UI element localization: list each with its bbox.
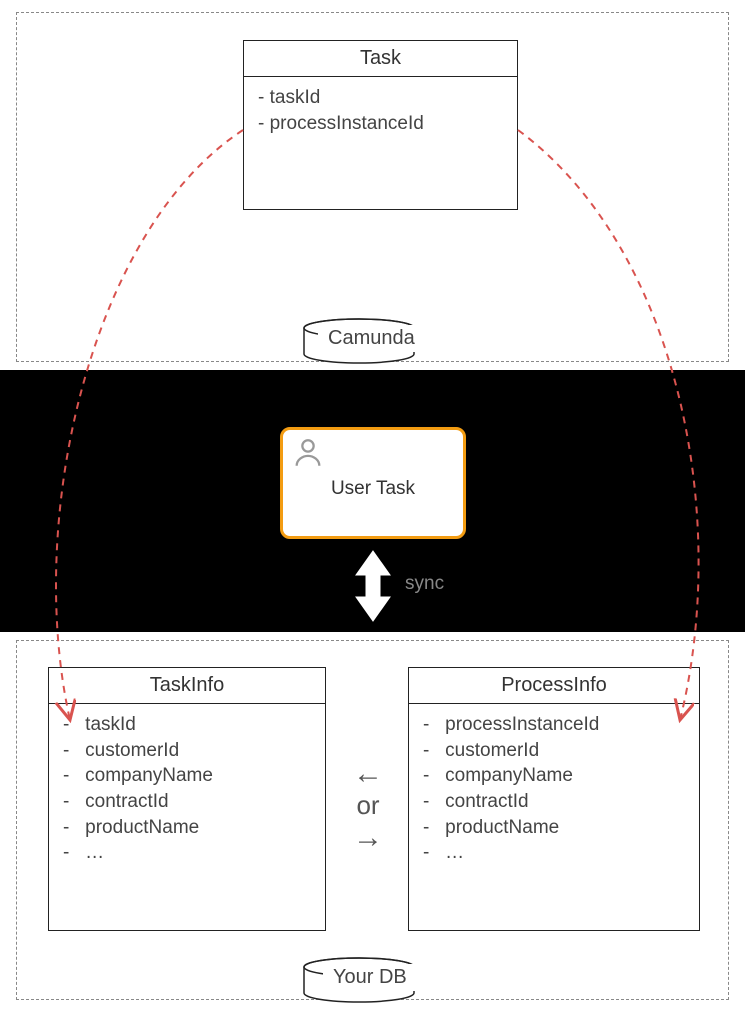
label-sync: sync (405, 573, 444, 595)
class-task-field: - taskId (258, 85, 507, 111)
usertask-label: User Task (331, 478, 415, 500)
class-taskinfo: TaskInfo - taskId - customerId - company… (48, 667, 326, 931)
node-usertask: User Task (280, 427, 466, 539)
class-field: - companyName (63, 763, 315, 789)
class-task-field: - processInstanceId (258, 111, 507, 137)
class-task-title: Task (244, 41, 517, 77)
class-field: - contractId (63, 789, 315, 815)
class-processinfo: ProcessInfo - processInstanceId - custom… (408, 667, 700, 931)
class-field: - productName (63, 815, 315, 841)
class-field: - companyName (423, 763, 689, 789)
class-field: - contractId (423, 789, 689, 815)
class-field: - customerId (63, 738, 315, 764)
or-text: or (345, 790, 391, 821)
class-field: - processInstanceId (423, 712, 689, 738)
class-field: - customerId (423, 738, 689, 764)
arrow-left: ← (345, 757, 391, 790)
class-field: - taskId (63, 712, 315, 738)
class-task-body: - taskId - processInstanceId (244, 77, 517, 146)
label-camunda: Camunda (318, 325, 425, 352)
diagram-canvas: Task - taskId - processInstanceId Camund… (0, 0, 745, 1011)
class-field: - … (423, 840, 689, 866)
user-icon (291, 436, 325, 470)
or-block: ← or → (345, 757, 391, 854)
class-processinfo-title: ProcessInfo (409, 668, 699, 704)
class-processinfo-body: - processInstanceId - customerId - compa… (409, 704, 699, 876)
class-task: Task - taskId - processInstanceId (243, 40, 518, 210)
arrow-right: → (345, 821, 391, 854)
class-field: - productName (423, 815, 689, 841)
sync-double-arrow-icon (350, 549, 396, 623)
class-taskinfo-title: TaskInfo (49, 668, 325, 704)
label-yourdb: Your DB (323, 964, 417, 991)
class-taskinfo-body: - taskId - customerId - companyName - co… (49, 704, 325, 876)
class-field: - … (63, 840, 315, 866)
